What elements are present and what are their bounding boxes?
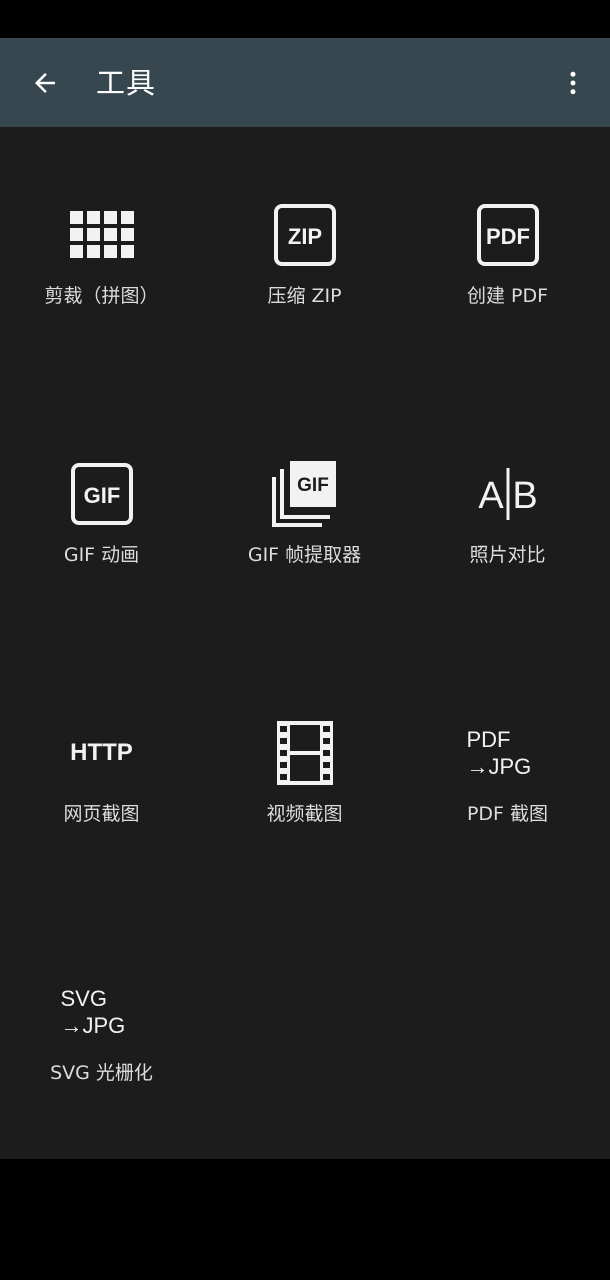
tool-crop[interactable]: 剪裁（拼图）	[0, 127, 203, 327]
svg-text:A: A	[478, 475, 504, 517]
tool-gif-animation[interactable]: GIF GIF 动画	[0, 386, 203, 586]
svg-to-jpg-icon: SVG →JPG	[47, 974, 157, 1050]
more-options-button[interactable]	[550, 60, 596, 106]
arrow-left-icon	[35, 73, 55, 93]
tool-label: 照片对比	[469, 544, 546, 566]
compare-icon: A B	[478, 468, 537, 520]
page-title: 工具	[96, 66, 157, 100]
more-vert-icon	[570, 71, 576, 95]
icon-line: →JPG	[60, 1013, 126, 1038]
tool-label: PDF 截图	[466, 803, 549, 825]
zip-icon: ZIP	[273, 204, 336, 266]
status-bar	[0, 0, 610, 38]
tool-web-screenshot[interactable]: HTTP 网页截图	[0, 645, 203, 845]
svg-text:GIF: GIF	[83, 483, 120, 508]
app-bar: 工具	[0, 38, 610, 127]
tool-zip[interactable]: ZIP 压缩 ZIP	[203, 127, 406, 327]
pdf-icon: PDF	[476, 204, 539, 266]
grid-icon	[69, 211, 134, 258]
tool-label: 网页截图	[63, 803, 140, 825]
gif-icon: GIF	[70, 463, 133, 525]
tool-video-screenshot[interactable]: 视频截图	[203, 645, 406, 845]
tool-label: 创建 PDF	[466, 285, 549, 307]
tool-label: GIF 帧提取器	[247, 544, 362, 566]
tool-label: 压缩 ZIP	[267, 285, 342, 307]
icon-line: →JPG	[466, 754, 532, 779]
icon-line: SVG	[60, 986, 107, 1011]
tools-grid: 剪裁（拼图） ZIP 压缩 ZIP PDF 创建 PDF GIF GIF 动画	[0, 127, 610, 1159]
tool-create-pdf[interactable]: PDF 创建 PDF	[406, 127, 609, 327]
tool-label: GIF 动画	[63, 544, 140, 566]
svg-text:PDF: PDF	[486, 224, 530, 249]
tool-svg-rasterize[interactable]: SVG →JPG SVG 光栅化	[0, 904, 203, 1104]
gif-stack-icon: GIF	[271, 461, 336, 527]
tool-photo-compare[interactable]: A B 照片对比	[406, 386, 609, 586]
svg-text:GIF: GIF	[297, 475, 329, 496]
pdf-to-jpg-icon: PDF →JPG	[453, 715, 563, 791]
tool-label: SVG 光栅化	[50, 1062, 153, 1084]
svg-text:ZIP: ZIP	[287, 224, 321, 249]
tool-label: 剪裁（拼图）	[44, 285, 159, 307]
tool-pdf-screenshot[interactable]: PDF →JPG PDF 截图	[406, 645, 609, 845]
film-icon	[276, 721, 333, 785]
icon-line: PDF	[466, 727, 511, 752]
svg-text:B: B	[512, 475, 537, 517]
tool-gif-frame-extractor[interactable]: GIF GIF 帧提取器	[203, 386, 406, 586]
http-icon: HTTP	[70, 739, 133, 766]
navigation-bar	[0, 1159, 610, 1280]
back-button[interactable]	[22, 60, 68, 106]
tool-label: 视频截图	[266, 803, 343, 825]
